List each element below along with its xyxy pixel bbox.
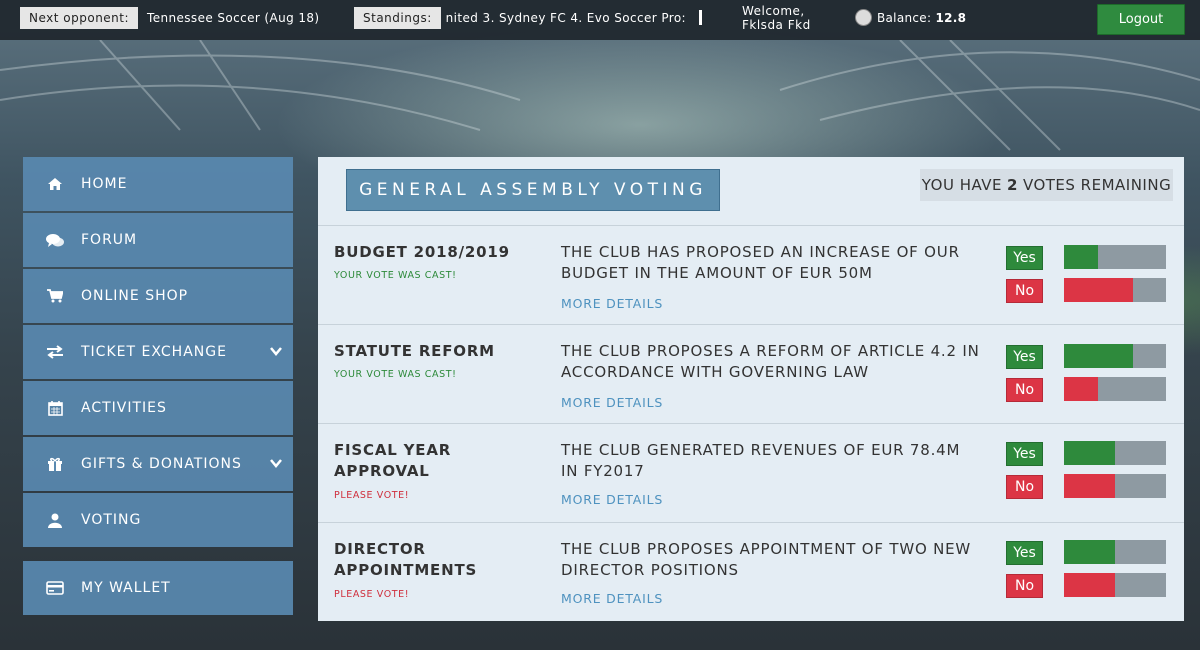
no-button[interactable]: No bbox=[1006, 279, 1043, 303]
no-result-fill bbox=[1064, 573, 1115, 597]
exchange-icon bbox=[46, 343, 64, 361]
vote-status: PLEASE VOTE! bbox=[334, 589, 410, 600]
no-result-bar bbox=[1064, 474, 1166, 498]
proposal-row: STATUTE REFORM YOUR VOTE WAS CAST! THE C… bbox=[318, 324, 1184, 423]
no-result-fill bbox=[1064, 278, 1134, 302]
cart-icon bbox=[46, 287, 64, 305]
sidebar-item-label: TICKET EXCHANGE bbox=[81, 344, 227, 360]
yes-result-bar bbox=[1064, 441, 1166, 465]
vote-status: YOUR VOTE WAS CAST! bbox=[334, 369, 457, 380]
sidebar-item-home[interactable]: HOME bbox=[23, 157, 293, 211]
votes-prefix: YOU HAVE bbox=[921, 176, 1003, 194]
proposal-title: FISCAL YEAR APPROVAL bbox=[334, 441, 452, 480]
welcome-message: Welcome, Fklsda Fkd bbox=[742, 4, 811, 32]
sidebar-item-label: FORUM bbox=[81, 232, 138, 248]
yes-result-bar bbox=[1064, 540, 1166, 564]
yes-result-bar bbox=[1064, 344, 1166, 368]
logout-button[interactable]: Logout bbox=[1097, 4, 1185, 35]
proposal-description: THE CLUB PROPOSES APPOINTMENT OF TWO NEW… bbox=[561, 540, 972, 579]
proposal-description: THE CLUB HAS PROPOSED AN INCREASE OF OUR… bbox=[561, 243, 960, 282]
balance: Balance: 12.8 bbox=[877, 7, 966, 29]
no-result-fill bbox=[1064, 474, 1115, 498]
yes-result-fill bbox=[1064, 245, 1098, 269]
coin-icon bbox=[855, 9, 872, 26]
page-title: GENERAL ASSEMBLY VOTING bbox=[346, 169, 720, 211]
yes-result-bar bbox=[1064, 245, 1166, 269]
more-details-link[interactable]: MORE DETAILS bbox=[561, 591, 663, 606]
yes-result-fill bbox=[1064, 441, 1115, 465]
home-icon bbox=[46, 175, 64, 193]
yes-result-fill bbox=[1064, 540, 1115, 564]
votes-remaining: YOU HAVE 2 VOTES REMAINING bbox=[920, 169, 1173, 201]
sidebar-item-label: VOTING bbox=[81, 512, 142, 528]
credit-card-icon bbox=[46, 579, 64, 597]
yes-button[interactable]: Yes bbox=[1006, 246, 1043, 270]
next-opponent-label: Next opponent: bbox=[20, 7, 139, 29]
gift-icon bbox=[46, 455, 64, 473]
proposal-row: FISCAL YEAR APPROVAL PLEASE VOTE! THE CL… bbox=[318, 423, 1184, 522]
sidebar-item-ticket-exchange[interactable]: TICKET EXCHANGE bbox=[23, 325, 293, 379]
voting-panel: GENERAL ASSEMBLY VOTING YOU HAVE 2 VOTES… bbox=[318, 157, 1184, 621]
sidebar-item-label: GIFTS & DONATIONS bbox=[81, 456, 242, 472]
yes-result-fill bbox=[1064, 344, 1134, 368]
votes-suffix: VOTES REMAINING bbox=[1022, 176, 1172, 194]
proposal-title: DIRECTOR APPOINTMENTS bbox=[334, 540, 478, 579]
welcome-line: Welcome, bbox=[742, 4, 805, 18]
user-icon bbox=[46, 511, 64, 529]
standings-ticker: nited 3. Sydney FC 4. Evo Soccer Pro: bbox=[438, 7, 686, 29]
divider bbox=[699, 10, 702, 25]
sidebar-item-online-shop[interactable]: ONLINE SHOP bbox=[23, 269, 293, 323]
sidebar-item-gifts-donations[interactable]: GIFTS & DONATIONS bbox=[23, 437, 293, 491]
yes-button[interactable]: Yes bbox=[1006, 442, 1043, 466]
standings-value: nited 3. Sydney FC 4. Evo Soccer Pro: bbox=[445, 11, 686, 25]
sidebar-nav: HOME FORUM ONLINE SHOP TICKET EXCHANGE A… bbox=[23, 157, 293, 617]
more-details-link[interactable]: MORE DETAILS bbox=[561, 395, 663, 410]
username: Fklsda Fkd bbox=[742, 18, 811, 32]
yes-button[interactable]: Yes bbox=[1006, 541, 1043, 565]
sidebar-item-label: HOME bbox=[81, 176, 128, 192]
more-details-link[interactable]: MORE DETAILS bbox=[561, 296, 663, 311]
sidebar-item-label: ACTIVITIES bbox=[81, 400, 167, 416]
sidebar-item-forum[interactable]: FORUM bbox=[23, 213, 293, 267]
no-result-bar bbox=[1064, 278, 1166, 302]
balance-value: 12.8 bbox=[935, 11, 967, 25]
proposal-row: BUDGET 2018/2019 YOUR VOTE WAS CAST! THE… bbox=[318, 225, 1184, 324]
sidebar-item-label: ONLINE SHOP bbox=[81, 288, 189, 304]
yes-button[interactable]: Yes bbox=[1006, 345, 1043, 369]
no-button[interactable]: No bbox=[1006, 378, 1043, 402]
chat-icon bbox=[46, 231, 64, 249]
sidebar-item-voting[interactable]: VOTING bbox=[23, 493, 293, 547]
no-button[interactable]: No bbox=[1006, 574, 1043, 598]
no-button[interactable]: No bbox=[1006, 475, 1043, 499]
proposal-row: DIRECTOR APPOINTMENTS PLEASE VOTE! THE C… bbox=[318, 522, 1184, 621]
sidebar-item-activities[interactable]: ACTIVITIES bbox=[23, 381, 293, 435]
proposal-title: STATUTE REFORM bbox=[334, 342, 495, 360]
sidebar-item-my-wallet[interactable]: MY WALLET bbox=[23, 561, 293, 615]
balance-label: Balance: bbox=[877, 11, 932, 25]
top-bar: Next opponent: Tennessee Soccer (Aug 18)… bbox=[0, 0, 1200, 40]
proposal-description: THE CLUB GENERATED REVENUES OF EUR 78.4M… bbox=[561, 441, 961, 480]
chevron-down-icon[interactable] bbox=[269, 344, 283, 358]
calendar-icon bbox=[46, 399, 64, 417]
no-result-fill bbox=[1064, 377, 1098, 401]
next-opponent-value: Tennessee Soccer (Aug 18) bbox=[147, 11, 320, 25]
votes-count: 2 bbox=[1007, 176, 1018, 194]
vote-status: PLEASE VOTE! bbox=[334, 490, 410, 501]
chevron-down-icon[interactable] bbox=[269, 456, 283, 470]
vote-status: YOUR VOTE WAS CAST! bbox=[334, 270, 457, 281]
no-result-bar bbox=[1064, 573, 1166, 597]
proposal-description: THE CLUB PROPOSES A REFORM OF ARTICLE 4.… bbox=[561, 342, 980, 381]
sidebar-item-label: MY WALLET bbox=[81, 580, 171, 596]
standings-label: Standings: bbox=[354, 7, 441, 29]
more-details-link[interactable]: MORE DETAILS bbox=[561, 492, 663, 507]
proposal-title: BUDGET 2018/2019 bbox=[334, 243, 510, 261]
no-result-bar bbox=[1064, 377, 1166, 401]
